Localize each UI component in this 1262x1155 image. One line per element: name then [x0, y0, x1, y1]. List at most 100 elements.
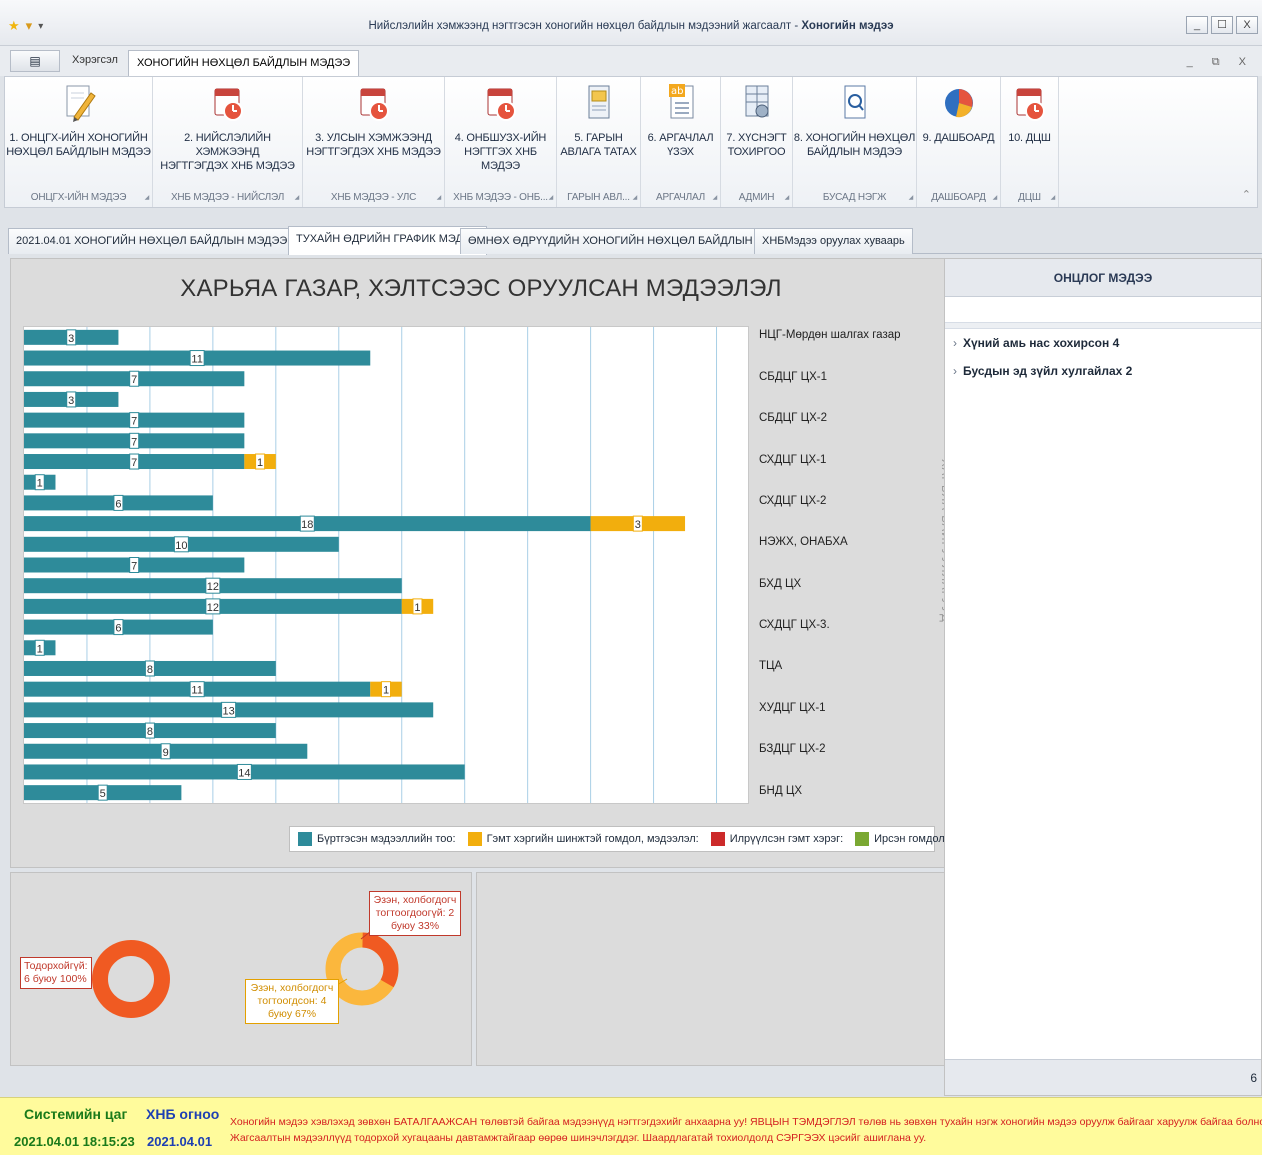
ribbon-label-2: 2. НИЙСЛЭЛИЙН ХЭМЖЭЭНД НЭГТГЭГДЭХ ХНБ МЭ… — [160, 132, 295, 172]
data-label: 7 — [131, 416, 137, 428]
category-label: СБДЦГ ЦХ-1 — [759, 370, 827, 383]
tab-daily-graph[interactable]: ТУХАЙН ӨДРИЙН ГРАФИК МЭДЭЭ — [288, 226, 487, 255]
data-label: 1 — [257, 457, 263, 469]
highlight-item-label: Бусдын эд зүйл хулгайлах 2 — [963, 364, 1133, 378]
tab-schedule[interactable]: ХНБМэдээ оруулах хуваарь — [754, 228, 913, 254]
ribbon-button-6[interactable]: ab 6. АРГАЧЛАЛ ҮЗЭХ — [641, 83, 720, 159]
data-label: 1 — [37, 478, 43, 490]
category-label: СХДЦГ ЦХ-1 — [759, 453, 827, 466]
bar-chart-svg: 31173777 11618 31071212 161811 11389145 — [24, 327, 718, 803]
data-label: 5 — [100, 788, 106, 800]
chart-legend: Бүртгэсэн мэдээллийн тоо: Гэмт хэргийн ши… — [289, 826, 1003, 852]
ribbon-label-7: 7. ХҮСНЭГТ ТОХИРГОО — [726, 132, 787, 158]
category-label: НЭЖХ, ОНАБХА — [759, 536, 848, 549]
data-label: 12 — [207, 581, 219, 593]
legend-item[interactable]: Илрүүлсэн гэмт хэрэг: — [710, 832, 844, 846]
category-label: ХУДЦГ ЦХ-1 — [759, 701, 826, 714]
tab-daily-report-date[interactable]: 2021.04.01 ХОНОГИЙН НӨХЦӨЛ БАЙДЛЫН МЭДЭЭ — [8, 228, 296, 254]
highlights-title: ОНЦЛОГ МЭДЭЭ — [945, 259, 1261, 297]
ribbon-label-6: 6. АРГАЧЛАЛ ҮЗЭХ — [647, 132, 714, 158]
category-label: НЦГ-Мөрдөн шалгах газар — [759, 329, 901, 342]
ribbon-group-4: 4. ОНБШУЗХ-ИЙН НЭГТГЭХ ХНБ МЭДЭЭ ХНБ МЭД… — [445, 77, 557, 207]
ribbon-group-name-9: ДАШБОАРД — [917, 192, 1000, 203]
legend-item[interactable]: Бүртгэсэн мэдээллийн тоо: — [298, 832, 456, 846]
ribbon-group-name-7: АДМИН — [721, 192, 792, 203]
highlights-footer: 6 — [945, 1059, 1261, 1095]
pencil-doc-icon — [62, 83, 96, 123]
status-note-1: Хоногийн мэдээ хэвлэхэд зөвхөн БАТАЛГААЖ… — [230, 1116, 1262, 1128]
donut2-slice-unassigned — [361, 932, 399, 988]
donut2-callout-1: Эзэн, холбогдогч тогтоогдоогүй: 2 буюу 3… — [369, 891, 461, 936]
ribbon-button-2[interactable]: 2. НИЙСЛЭЛИЙН ХЭМЖЭЭНД НЭГТГЭГДЭХ ХНБ МЭ… — [153, 83, 302, 173]
ribbon-group-7: 7. ХҮСНЭГТ ТОХИРГОО АДМИН — [721, 77, 793, 207]
ribbon-button-3[interactable]: 3. УЛСЫН ХЭМЖЭЭНД НЭГТГЭГДЭХ ХНБ МЭДЭЭ — [303, 83, 444, 159]
category-label: СХДЦГ ЦХ-3. — [759, 619, 830, 632]
maximize-button[interactable]: ☐ — [1211, 16, 1233, 34]
data-label: 1 — [37, 643, 43, 655]
ribbon-button-7[interactable]: 7. ХҮСНЭГТ ТОХИРГОО — [721, 83, 792, 159]
ribbon-label-10: 10. ДЦШ — [1008, 132, 1051, 144]
legend-swatch — [855, 832, 870, 846]
ribbon-group-name-6: АРГАЧЛАЛ — [641, 192, 720, 203]
window-title-bold: Хоногийн мэдээ — [801, 20, 894, 32]
bar-chart-panel: ХАРЬЯА ГАЗАР, ХЭЛТСЭЭС ОРУУЛСАН МЭДЭЭЛЭЛ… — [10, 258, 1003, 868]
chart-title: ХАРЬЯА ГАЗАР, ХЭЛТСЭЭС ОРУУЛСАН МЭДЭЭЛЭЛ — [180, 275, 782, 302]
ribbon-group-10: 10. ДЦШ ДЦШ — [1001, 77, 1059, 207]
mdi-controls[interactable]: _ ⧉ X — [1187, 56, 1254, 69]
category-labels: НЦГ-Мөрдөн шалгах газар СБДЦГ ЦХ-1 СБДЦГ Ц… — [759, 326, 929, 804]
legend-item[interactable]: Гэмт хэргийн шинжтэй гомдол, мэдээлэл: — [467, 832, 699, 846]
ribbon-button-4[interactable]: 4. ОНБШУЗХ-ИЙН НЭГТГЭХ ХНБ МЭДЭЭ — [445, 83, 556, 173]
ribbon-group-name-8: БУСАД НЭГЖ — [793, 192, 916, 203]
svg-text:ab: ab — [671, 86, 683, 97]
tab-daily-report[interactable]: ХОНОГИЙН НӨХЦӨЛ БАЙДЛЫН МЭДЭЭ — [128, 50, 360, 76]
legend-label: Бүртгэсэн мэдээллийн тоо: — [317, 833, 456, 845]
ribbon-group-name-2: ХНБ МЭДЭЭ - НИЙСЛЭЛ — [153, 192, 302, 203]
application-menu-button[interactable]: ▤ — [10, 50, 60, 72]
ribbon-button-8[interactable]: 8. ХОНОГИЙН НӨХЦӨЛ БАЙДЛЫН МЭДЭЭ — [793, 83, 916, 159]
collapse-ribbon-icon[interactable]: ⌃ — [1242, 188, 1251, 201]
highlight-item[interactable]: › Бусдын эд зүйл хулгайлах 2 — [945, 357, 1261, 385]
status-note-2: Жагсаалтын мэдээллүүд тодорхой хугацааны… — [230, 1132, 927, 1144]
legend-swatch — [710, 832, 725, 846]
ribbon-group-1: 1. ОНЦГХ-ИЙН ХОНОГИЙН НӨХЦӨЛ БАЙДЛЫН МЭД… — [5, 77, 153, 207]
ribbon-group-name-3: ХНБ МЭДЭЭ - УЛС — [303, 192, 444, 203]
table-settings-icon — [740, 83, 774, 123]
title-bar: ★ ▾ ▾ Нийслэлийн хэмжээнд нэгтгэсэн хоно… — [0, 0, 1262, 46]
data-label: 3 — [68, 333, 74, 345]
hnb-date-value: 2021.04.01 — [147, 1134, 213, 1149]
data-label: 9 — [163, 747, 169, 759]
tab-tools[interactable]: Хэрэгсэл — [72, 54, 118, 66]
minimize-button[interactable]: _ — [1186, 16, 1208, 34]
highlight-item[interactable]: › Хүний амь нас хохирсон 4 — [945, 329, 1261, 357]
ribbon-button-10[interactable]: 10. ДЦШ — [1001, 83, 1058, 145]
data-label: 8 — [147, 726, 153, 738]
ribbon-group-5: 5. ГАРЫН АВЛАГА ТАТАХ ГАРЫН АВЛ... — [557, 77, 641, 207]
window-title-prefix: Нийслэлийн хэмжээнд нэгтгэсэн хоногийн н… — [368, 20, 802, 32]
document-tabs: 2021.04.01 ХОНОГИЙН НӨХЦӨЛ БАЙДЛЫН МЭДЭЭ… — [8, 220, 1262, 255]
highlights-filter-row — [945, 297, 1261, 323]
donut-chart-panel: Тодорхойгүй: 6 буюу 100% Эзэн, холбогдог… — [10, 872, 472, 1066]
ribbon-group-8: 8. ХОНОГИЙН НӨХЦӨЛ БАЙДЛЫН МЭДЭЭ БУСАД Н… — [793, 77, 917, 207]
ribbon-button-1[interactable]: 1. ОНЦГХ-ИЙН ХОНОГИЙН НӨХЦӨЛ БАЙДЛЫН МЭД… — [5, 83, 152, 159]
data-label: 7 — [131, 561, 137, 573]
ribbon-label-5: 5. ГАРЫН АВЛАГА ТАТАХ — [560, 132, 637, 158]
ribbon-group-name-4: ХНБ МЭДЭЭ - ОНБ... — [445, 192, 556, 203]
data-label: 14 — [238, 767, 250, 779]
ribbon-group-name-1: ОНЦГХ-ИЙН МЭДЭЭ — [5, 192, 152, 203]
category-label: СХДЦГ ЦХ-2 — [759, 494, 827, 507]
calendar-clock-icon — [211, 83, 245, 123]
close-button[interactable]: X — [1236, 16, 1258, 34]
ribbon-button-5[interactable]: 5. ГАРЫН АВЛАГА ТАТАХ — [557, 83, 640, 159]
tab-previous-days[interactable]: ӨМНӨХ ӨДРҮҮДИЙН ХОНОГИЙН НӨХЦӨЛ БАЙДЛЫН … — [460, 228, 804, 254]
data-label: 1 — [414, 602, 420, 614]
data-label: 7 — [131, 457, 137, 469]
donut2-group — [325, 932, 399, 1006]
ribbon-group-name-5: ГАРЫН АВЛ... — [557, 192, 640, 203]
ribbon-group-9: 9. ДАШБОАРД ДАШБОАРД — [917, 77, 1001, 207]
data-label: 11 — [191, 354, 202, 366]
system-time-label: Системийн цаг — [24, 1106, 128, 1122]
category-label: БЗДЦГ ЦХ-2 — [759, 743, 826, 756]
ribbon-button-9[interactable]: 9. ДАШБОАРД — [917, 83, 1000, 145]
data-label: 11 — [191, 685, 202, 697]
legend-label: Илрүүлсэн гэмт хэрэг: — [729, 833, 844, 845]
